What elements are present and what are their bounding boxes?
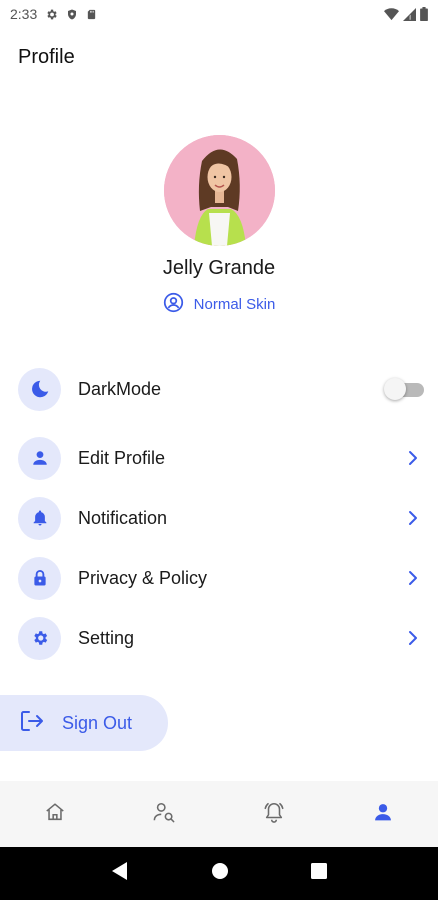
recents-icon[interactable] bbox=[311, 863, 327, 884]
sign-out-label: Sign Out bbox=[62, 712, 133, 733]
gear-icon bbox=[18, 616, 61, 660]
status-time: 2:33 bbox=[10, 6, 38, 22]
back-icon[interactable] bbox=[111, 861, 129, 886]
chevron-right-icon bbox=[408, 450, 418, 466]
menu-item-label: Edit Profile bbox=[78, 447, 166, 468]
sd-card-status-icon bbox=[86, 8, 97, 21]
menu-item-notification[interactable]: Notification bbox=[18, 496, 426, 540]
menu-item-label: DarkMode bbox=[78, 378, 162, 399]
menu-item-privacy-policy[interactable]: Privacy & Policy bbox=[18, 556, 426, 600]
account-circle-icon bbox=[163, 292, 184, 317]
chevron-right-icon bbox=[408, 510, 418, 526]
nav-search-people[interactable] bbox=[110, 781, 220, 847]
avatar bbox=[164, 135, 275, 246]
bell-icon bbox=[18, 496, 61, 540]
home-icon bbox=[44, 801, 66, 828]
logout-icon bbox=[20, 710, 44, 737]
toggle-knob bbox=[384, 378, 406, 400]
skin-type: Normal Skin bbox=[0, 292, 438, 317]
alarm-bell-icon bbox=[262, 801, 286, 828]
lock-icon bbox=[18, 556, 61, 600]
signal-icon bbox=[403, 7, 416, 21]
person-icon bbox=[18, 436, 61, 480]
menu-item-setting[interactable]: Setting bbox=[18, 616, 426, 660]
bottom-nav bbox=[0, 781, 438, 847]
nav-home[interactable] bbox=[0, 781, 110, 847]
menu-item-label: Notification bbox=[78, 507, 168, 528]
page-title: Profile bbox=[18, 46, 75, 68]
status-bar: 2:33 bbox=[0, 0, 438, 28]
chevron-right-icon bbox=[408, 570, 418, 586]
system-nav-bar bbox=[0, 847, 438, 900]
menu-item-label: Setting bbox=[78, 627, 135, 648]
moon-icon bbox=[18, 367, 61, 411]
nav-notifications[interactable] bbox=[219, 781, 329, 847]
darkmode-toggle[interactable] bbox=[384, 378, 424, 400]
battery-icon bbox=[420, 7, 428, 21]
person-search-icon bbox=[152, 801, 176, 828]
sign-out-button[interactable]: Sign Out bbox=[0, 695, 168, 751]
menu-item-label: Privacy & Policy bbox=[78, 567, 208, 588]
menu-item-edit-profile[interactable]: Edit Profile bbox=[18, 436, 426, 480]
skin-type-label: Normal Skin bbox=[193, 296, 276, 313]
chevron-right-icon bbox=[408, 630, 418, 646]
home-circle-icon[interactable] bbox=[211, 862, 229, 885]
wifi-icon bbox=[384, 7, 399, 21]
settings-status-icon bbox=[45, 8, 58, 21]
nav-profile[interactable] bbox=[329, 781, 438, 847]
menu-item-darkmode: DarkMode bbox=[18, 367, 426, 411]
profile-icon bbox=[373, 802, 393, 827]
user-name: Jelly Grande bbox=[162, 257, 276, 279]
shield-status-icon bbox=[66, 8, 78, 21]
